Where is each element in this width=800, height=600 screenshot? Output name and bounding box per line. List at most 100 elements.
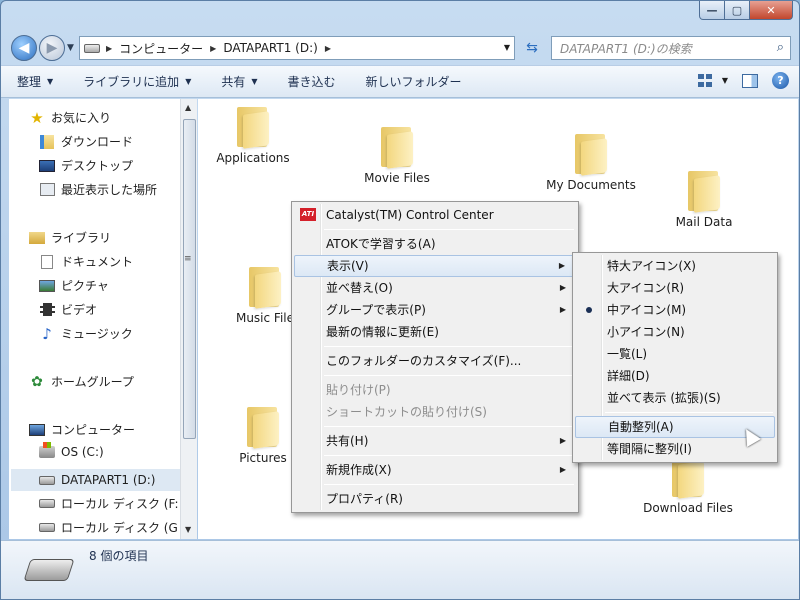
nav-recent-places[interactable]: 最近表示した場所	[39, 181, 157, 198]
nav-videos[interactable]: ビデオ	[39, 301, 97, 318]
chevron-right-icon[interactable]: ▶	[210, 44, 216, 53]
recent-places-icon	[39, 183, 55, 196]
search-input[interactable]: DATAPART1 (D:)の検索 ⌕	[551, 36, 791, 60]
menu-item-label: プロパティ(R)	[326, 492, 403, 506]
menu-separator	[324, 229, 574, 230]
menu-item-group[interactable]: グループで表示(P) ▶	[294, 299, 576, 321]
organize-button[interactable]: 整理 ▼	[17, 73, 53, 90]
new-folder-button[interactable]: 新しいフォルダー	[366, 73, 462, 90]
folder-item[interactable]: Download Files	[633, 457, 743, 515]
breadcrumb-datapart1[interactable]: DATAPART1 (D:)	[223, 41, 317, 55]
view-extra-large-icons[interactable]: 特大アイコン(X)	[575, 255, 775, 277]
help-icon[interactable]: ?	[772, 72, 789, 89]
drive-icon	[39, 523, 55, 532]
address-bar[interactable]: ▶ コンピューター ▶ DATAPART1 (D:) ▶ ▼	[79, 36, 515, 60]
minimize-button[interactable]: —	[699, 1, 725, 20]
nav-downloads-label: ダウンロード	[61, 135, 134, 149]
scrollbar-grip-icon: ≡	[184, 254, 192, 264]
view-tiles[interactable]: 並べて表示 (拡張)(S)	[575, 387, 775, 409]
folder-icon	[249, 267, 281, 309]
nav-downloads[interactable]: ダウンロード	[39, 133, 133, 150]
folder-item[interactable]: Mail Data	[649, 171, 759, 229]
folder-item[interactable]: Movie Files	[342, 127, 452, 185]
chevron-right-icon[interactable]: ▶	[325, 44, 331, 53]
refresh-icon[interactable]: ⇆	[519, 36, 545, 60]
breadcrumb-computer[interactable]: コンピューター	[119, 40, 203, 57]
view-large-icons[interactable]: 大アイコン(R)	[575, 277, 775, 299]
menu-item-paste: 貼り付け(P)	[294, 379, 576, 401]
menu-item-refresh[interactable]: 最新の情報に更新(E)	[294, 321, 576, 343]
music-note-icon: ♪	[42, 324, 52, 343]
burn-button[interactable]: 書き込む	[288, 73, 336, 90]
nav-os-c[interactable]: OS (C:)	[39, 442, 104, 459]
menu-item-atok[interactable]: ATOKで学習する(A)	[294, 233, 576, 255]
maximize-button[interactable]: ▢	[725, 1, 750, 20]
view-small-icons[interactable]: 小アイコン(N)	[575, 321, 775, 343]
scroll-up-icon[interactable]: ▲	[185, 103, 191, 112]
nav-local-f[interactable]: ローカル ディスク (F:	[39, 495, 179, 512]
menu-item-paste-shortcut: ショートカットの貼り付け(S)	[294, 401, 576, 423]
menu-separator	[324, 455, 574, 456]
nav-pictures[interactable]: ピクチャ	[39, 277, 109, 294]
nav-local-g[interactable]: ローカル ディスク (G	[39, 519, 178, 536]
view-details[interactable]: 詳細(D)	[575, 365, 775, 387]
folder-item[interactable]: My Documents	[536, 134, 646, 192]
menu-item-label: 特大アイコン(X)	[607, 259, 696, 273]
nav-desktop[interactable]: デスクトップ	[39, 157, 133, 174]
chevron-right-icon: ▶	[559, 436, 566, 445]
picture-icon	[39, 279, 55, 292]
navigation-row: ◀ ▶ ▼ ▶ コンピューター ▶ DATAPART1 (D:) ▶ ▼ ⇆ D…	[1, 29, 799, 63]
nav-pane-scrollbar[interactable]: ▲ ≡ ▼	[180, 99, 197, 539]
share-label: 共有	[221, 75, 246, 89]
forward-button[interactable]: ▶	[39, 35, 65, 61]
new-folder-label: 新しいフォルダー	[365, 75, 462, 89]
chevron-right-icon[interactable]: ▶	[106, 44, 112, 53]
folder-label: My Documents	[546, 178, 636, 192]
add-to-library-button[interactable]: ライブラリに追加 ▼	[83, 73, 191, 90]
history-dropdown-icon[interactable]: ▼	[67, 43, 74, 53]
preview-pane-icon[interactable]	[742, 73, 758, 88]
nav-datapart1-label: DATAPART1 (D:)	[61, 473, 156, 487]
scrollbar-thumb[interactable]	[183, 119, 196, 439]
drive-icon	[39, 475, 55, 485]
nav-libraries[interactable]: ライブラリ	[29, 229, 111, 246]
menu-item-sort[interactable]: 並べ替え(O) ▶	[294, 277, 576, 299]
menu-item-label: 自動整列(A)	[608, 420, 674, 434]
chevron-right-icon: ▶	[559, 283, 566, 292]
menu-item-label: ショートカットの貼り付け(S)	[326, 405, 487, 419]
change-view-button[interactable]: ▼	[697, 73, 728, 88]
nav-favorites[interactable]: ★ お気に入り	[29, 109, 111, 127]
scroll-down-icon[interactable]: ▼	[185, 525, 191, 534]
nav-music[interactable]: ♪ ミュージック	[39, 324, 133, 343]
share-button[interactable]: 共有 ▼	[221, 73, 257, 90]
toolbar-right: ▼ ?	[697, 72, 789, 89]
back-button[interactable]: ◀	[11, 35, 37, 61]
menu-item-share[interactable]: 共有(H) ▶	[294, 430, 576, 452]
nav-datapart1-d[interactable]: DATAPART1 (D:)	[11, 469, 187, 491]
folder-item[interactable]: Applications	[198, 107, 308, 165]
nav-homegroup[interactable]: ✿ ホームグループ	[29, 373, 134, 390]
view-icon	[697, 73, 714, 88]
nav-pictures-label: ピクチャ	[61, 279, 109, 293]
view-medium-icons[interactable]: 中アイコン(M)	[575, 299, 775, 321]
menu-item-new[interactable]: 新規作成(X) ▶	[294, 459, 576, 481]
drive-icon	[84, 43, 100, 53]
menu-item-catalyst[interactable]: ATI Catalyst(TM) Control Center	[294, 204, 576, 226]
nav-computer[interactable]: コンピューター	[29, 421, 135, 438]
libraries-icon	[29, 231, 45, 244]
menu-item-properties[interactable]: プロパティ(R)	[294, 488, 576, 510]
close-button[interactable]: ✕	[750, 1, 793, 20]
menu-item-label: 共有(H)	[326, 434, 369, 448]
folder-icon	[688, 171, 720, 213]
menu-separator	[605, 412, 773, 413]
menu-item-view[interactable]: 表示(V) ▶	[294, 255, 576, 277]
address-dropdown-icon[interactable]: ▼	[504, 43, 510, 52]
chevron-down-icon: ▼	[47, 77, 54, 86]
menu-item-label: 貼り付け(P)	[326, 383, 391, 397]
chevron-right-icon: ▶	[558, 261, 565, 270]
search-icon[interactable]: ⌕	[777, 40, 784, 55]
menu-item-label: 小アイコン(N)	[607, 325, 685, 339]
nav-documents[interactable]: ドキュメント	[39, 253, 133, 270]
menu-item-customize[interactable]: このフォルダーのカスタマイズ(F)...	[294, 350, 576, 372]
view-list[interactable]: 一覧(L)	[575, 343, 775, 365]
